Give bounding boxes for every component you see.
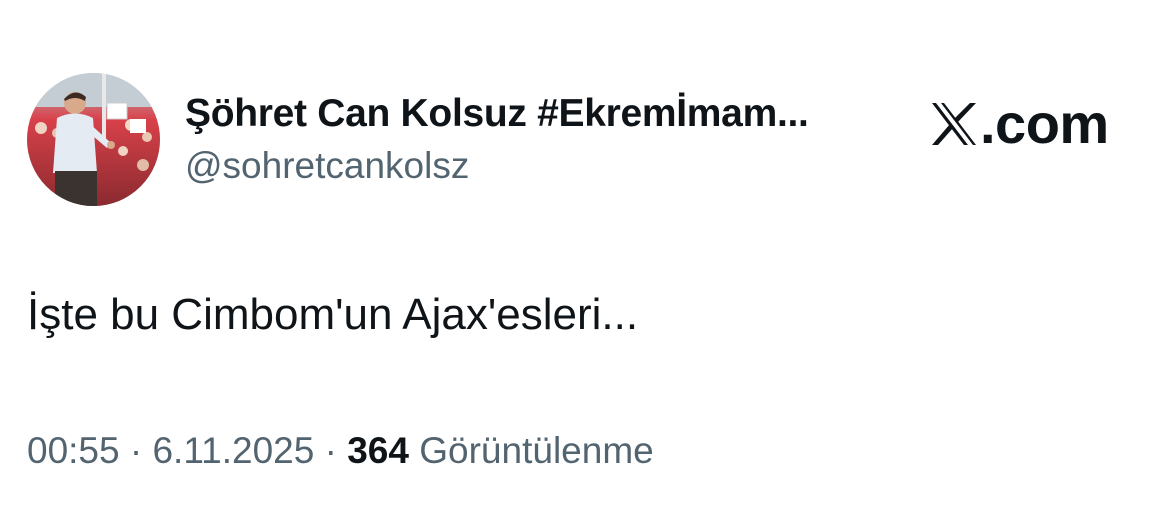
views-count[interactable]: 364 xyxy=(347,430,409,471)
brand-domain-text: .com xyxy=(980,92,1109,155)
author-display-name[interactable]: Şöhret Can Kolsuz #Ekremİmam... xyxy=(185,90,905,138)
author-block[interactable]: Şöhret Can Kolsuz #Ekremİmam... @sohretc… xyxy=(185,90,905,188)
avatar-photo xyxy=(27,73,160,206)
brand-watermark: .com xyxy=(930,92,1109,156)
avatar[interactable] xyxy=(27,73,160,206)
views-label[interactable]: Görüntülenme xyxy=(419,430,653,471)
meta-separator: · xyxy=(119,430,153,471)
author-handle[interactable]: @sohretcankolsz xyxy=(185,144,905,188)
tweet-time[interactable]: 00:55 xyxy=(27,430,120,471)
tweet-meta: 00:55 · 6.11.2025 · 364 Görüntülenme xyxy=(27,427,654,475)
x-logo-icon xyxy=(930,101,978,147)
meta-separator: · xyxy=(314,430,348,471)
tweet-date[interactable]: 6.11.2025 xyxy=(152,430,314,471)
tweet-body-text: İşte bu Cimbom'un Ajax'esleri... xyxy=(27,290,639,339)
views-spacer xyxy=(409,430,419,471)
tweet-card: Şöhret Can Kolsuz #Ekremİmam... @sohretc… xyxy=(0,0,1170,508)
